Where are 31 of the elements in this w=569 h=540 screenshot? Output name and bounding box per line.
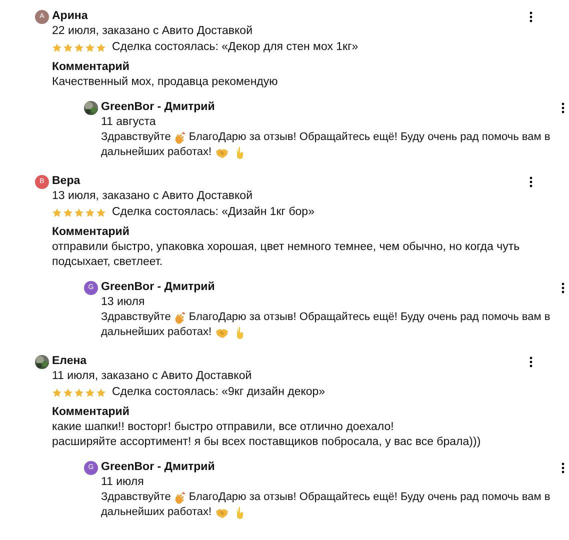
comment-text: расширяйте ассортимент! я бы всех поставщиков побросала, у вас все брала))) <box>52 435 482 450</box>
reviewer-name: Елена <box>52 354 87 369</box>
reply-text: БлагоДарю за отзыв! Обращайтесь ещё! Буду очень рад помочь вам в <box>188 130 550 145</box>
seller-name: GreenBor - Дмитрий <box>101 460 215 475</box>
deal-text: Сделка состоялась: «Декор для стен мох 1кг» <box>112 40 358 55</box>
deal-text: Сделка состоялась: «9кг дизайн декор» <box>112 385 326 400</box>
seller-name: GreenBor - Дмитрий <box>101 100 215 115</box>
comment-label: Комментарий <box>52 60 130 75</box>
reply-text: БлагоДарю за отзыв! Обращайтесь ещё! Буду очень рад помочь вам в <box>188 490 550 505</box>
comment-label: Комментарий <box>52 225 130 240</box>
reviewer-name: Вера <box>52 174 80 189</box>
reply-greeting: Здравствуйте <box>101 490 171 505</box>
reply-text: дальнейших работах! <box>101 505 212 520</box>
review-date: 22 июля, заказано с Авито Доставкой <box>52 24 254 39</box>
review-date: 11 июля, заказано с Авито Доставкой <box>52 369 253 384</box>
reply-date: 13 июля <box>101 295 146 310</box>
comment-label: Комментарий <box>52 405 130 420</box>
reply-greeting: Здравствуйте <box>101 130 171 145</box>
seller-name: GreenBor - Дмитрий <box>101 280 215 295</box>
comment-text: Качественный мох, продавца рекомендую <box>52 75 279 90</box>
reply-greeting: Здравствуйте <box>101 310 171 325</box>
reply-text: дальнейших работах! <box>101 325 212 340</box>
reply-text: дальнейших работах! <box>101 145 212 160</box>
review-date: 13 июля, заказано с Авито Доставкой <box>52 189 254 204</box>
comment-text: какие шапки!! восторг! быстро отправили, все отлично доехало! <box>52 420 395 435</box>
reply-text: БлагоДарю за отзыв! Обращайтесь ещё! Буду очень рад помочь вам в <box>188 310 550 325</box>
comment-text: отправили быстро, упаковка хорошая, цвет немного темнее, чем обычно, но когда чуть подсыхает, светлеет. <box>52 240 521 270</box>
reply-date: 11 июля <box>101 475 145 490</box>
reviewer-name: Арина <box>52 9 88 24</box>
deal-text: Сделка состоялась: «Дизайн 1кг бор» <box>112 205 314 220</box>
reply-date: 11 августа <box>101 115 157 130</box>
